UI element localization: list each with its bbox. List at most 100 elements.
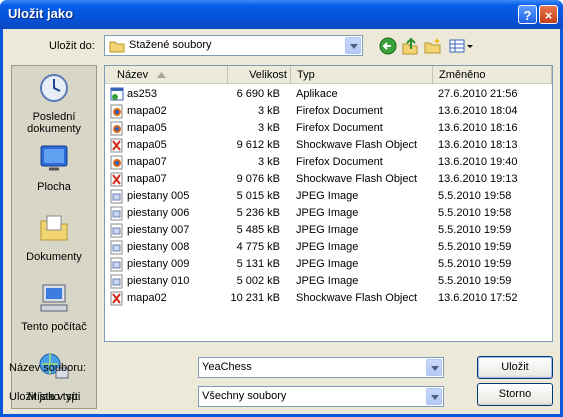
file-row[interactable]: mapa05 9 612 kB Shockwave Flash Object 13.6… (105, 137, 552, 154)
place-recent-documents[interactable]: Poslední dokumenty (12, 72, 96, 135)
new-folder-icon[interactable] (423, 36, 443, 56)
file-row[interactable]: piestany 006 5 236 kB JPEG Image 5.5.2010 1… (105, 205, 552, 222)
file-name: piestany 006 (127, 207, 190, 219)
file-row[interactable]: piestany 007 5 485 kB JPEG Image 5.5.2010 1… (105, 222, 552, 239)
file-row[interactable]: piestany 005 5 015 kB JPEG Image 5.5.2010 1… (105, 188, 552, 205)
close-button[interactable]: × (539, 5, 558, 24)
places-bar: Poslední dokumenty Plocha Dokumenty Tent… (11, 65, 97, 409)
file-row[interactable]: as253 6 690 kB Aplikace 27.6.2010 21:56 (105, 86, 552, 103)
file-name: mapa05 (127, 139, 167, 151)
title-bar[interactable]: Uložit jako ? × (0, 0, 563, 29)
place-desktop[interactable]: Plocha (12, 142, 96, 193)
place-my-computer[interactable]: Tento počítač (12, 282, 96, 333)
file-type: JPEG Image (296, 275, 359, 287)
file-type: JPEG Image (296, 258, 359, 270)
filetype-dropdown[interactable]: Všechny soubory (198, 386, 444, 407)
file-name: piestany 010 (127, 275, 190, 287)
file-size: 5 002 kB (236, 275, 280, 287)
file-name: mapa05 (127, 122, 167, 134)
file-list[interactable]: Název Velikost Typ Změněno as253 6 690 kB… (104, 65, 553, 342)
file-type: Aplikace (296, 88, 338, 100)
file-type: Shockwave Flash Object (296, 292, 418, 304)
file-row[interactable]: mapa07 3 kB Firefox Document 13.6.2010 19:4… (105, 154, 552, 171)
file-row[interactable]: piestany 010 5 002 kB JPEG Image 5.5.2010 1… (105, 273, 552, 290)
view-menu-icon[interactable] (448, 36, 474, 56)
recent-documents-icon (40, 74, 68, 102)
file-name: piestany 007 (127, 224, 190, 236)
file-type: JPEG Image (296, 207, 359, 219)
save-in-label: Uložit do: (49, 40, 95, 52)
file-name: piestany 008 (127, 241, 190, 253)
filename-value: YeaChess (202, 361, 252, 373)
jpeg-icon (110, 240, 123, 255)
jpeg-icon (110, 206, 123, 221)
filename-input[interactable]: YeaChess (198, 357, 444, 378)
flash-icon (110, 138, 123, 153)
file-size: 9 076 kB (236, 173, 280, 185)
file-size: 5 015 kB (236, 190, 280, 202)
window-title: Uložit jako (8, 6, 74, 21)
file-size: 3 kB (257, 122, 280, 134)
file-type: JPEG Image (296, 224, 359, 236)
file-type: Shockwave Flash Object (296, 173, 418, 185)
file-size: 3 kB (257, 156, 280, 168)
file-type: Firefox Document (296, 122, 383, 134)
column-modified-label: Změněno (439, 69, 486, 81)
filename-label: Název souboru: (9, 362, 87, 374)
file-type: Firefox Document (296, 156, 383, 168)
file-modified: 27.6.2010 21:56 (438, 88, 518, 100)
filetype-value: Všechny soubory (202, 390, 287, 402)
place-label-line: Poslední (32, 111, 76, 123)
file-row[interactable]: mapa02 3 kB Firefox Document 13.6.2010 18:0… (105, 103, 552, 120)
column-name-label: Název (117, 69, 149, 81)
dialog-body: Uložit do: Stažené soubory Poslední doku… (3, 29, 560, 414)
back-icon[interactable] (378, 36, 398, 56)
firefox-document-icon (110, 104, 123, 119)
file-modified: 5.5.2010 19:59 (438, 258, 512, 270)
file-modified: 5.5.2010 19:59 (438, 224, 512, 236)
place-label-line: Tento počítač (21, 321, 87, 333)
column-header-name[interactable]: Název (105, 66, 228, 84)
file-name: mapa02 (127, 105, 167, 117)
file-size: 5 131 kB (236, 258, 280, 270)
file-name: mapa07 (127, 156, 167, 168)
column-type-label: Typ (297, 69, 315, 81)
file-row[interactable]: piestany 008 4 775 kB JPEG Image 5.5.2010 1… (105, 239, 552, 256)
filetype-label: Uložit jako typ: (9, 391, 81, 403)
file-name: piestany 005 (127, 190, 190, 202)
file-list-header: Název Velikost Typ Změněno (105, 66, 552, 84)
firefox-document-icon (110, 121, 123, 136)
column-header-size[interactable]: Velikost (228, 66, 291, 84)
chevron-down-icon[interactable] (345, 37, 361, 54)
flash-icon (110, 291, 123, 306)
file-type: JPEG Image (296, 241, 359, 253)
jpeg-icon (110, 189, 123, 204)
file-row[interactable]: piestany 009 5 131 kB JPEG Image 5.5.2010 1… (105, 256, 552, 273)
up-folder-icon[interactable] (400, 36, 420, 56)
file-row[interactable]: mapa02 10 231 kB Shockwave Flash Object 13.… (105, 290, 552, 307)
file-name: mapa02 (127, 292, 167, 304)
place-label-line: dokumenty (27, 123, 81, 135)
place-documents[interactable]: Dokumenty (12, 212, 96, 263)
save-button[interactable]: Uložit (477, 356, 553, 379)
help-button[interactable]: ? (518, 5, 537, 24)
file-type: JPEG Image (296, 190, 359, 202)
application-icon (110, 87, 124, 101)
save-in-dropdown[interactable]: Stažené soubory (104, 35, 363, 56)
file-modified: 13.6.2010 18:04 (438, 105, 518, 117)
chevron-down-icon[interactable] (426, 388, 442, 405)
folder-icon (109, 41, 125, 53)
file-row[interactable]: mapa07 9 076 kB Shockwave Flash Object 13.6… (105, 171, 552, 188)
file-row[interactable]: mapa05 3 kB Firefox Document 13.6.2010 18:1… (105, 120, 552, 137)
jpeg-icon (110, 274, 123, 289)
file-name: as253 (127, 88, 157, 100)
documents-icon (40, 215, 68, 241)
file-type: Firefox Document (296, 105, 383, 117)
column-header-type[interactable]: Typ (291, 66, 433, 84)
cancel-button[interactable]: Storno (477, 383, 553, 406)
jpeg-icon (110, 257, 123, 272)
file-modified: 13.6.2010 19:40 (438, 156, 518, 168)
chevron-down-icon[interactable] (426, 359, 442, 376)
column-header-modified[interactable]: Změněno (433, 66, 552, 84)
file-size: 6 690 kB (236, 88, 280, 100)
